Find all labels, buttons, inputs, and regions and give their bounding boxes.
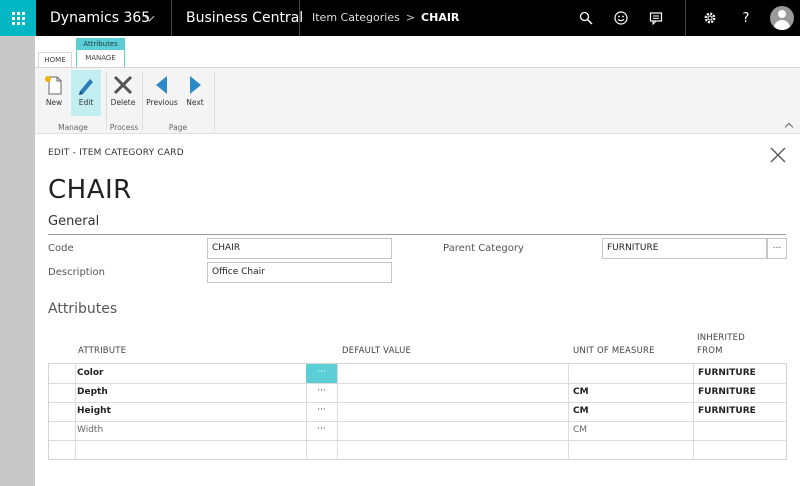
column-header-inherited-line1[interactable]: INHERITED: [697, 333, 745, 343]
breadcrumb-parent[interactable]: Item Categories: [312, 11, 400, 24]
tab-home[interactable]: HOME: [38, 52, 72, 67]
divider: [685, 0, 686, 36]
parent-category-lookup-button[interactable]: ...: [767, 238, 787, 259]
previous-button-label: Previous: [146, 98, 178, 107]
description-label: Description: [48, 267, 105, 278]
attribute-cell[interactable]: Height: [77, 406, 111, 416]
breadcrumb: Item Categories > CHAIR: [312, 0, 459, 36]
row-divider: [49, 402, 786, 403]
group-separator: [106, 72, 107, 130]
divider: [299, 0, 300, 36]
avatar[interactable]: [770, 6, 794, 30]
delete-button[interactable]: Delete: [108, 70, 138, 116]
next-button[interactable]: Next: [182, 70, 208, 116]
column-divider: [693, 364, 694, 459]
group-label-process: Process: [109, 123, 139, 132]
row-divider: [49, 383, 786, 384]
row-divider: [49, 421, 786, 422]
waffle-icon: [11, 11, 25, 25]
page-title: CHAIR: [48, 175, 132, 205]
group-label-manage: Manage: [58, 123, 88, 132]
page-caption: EDIT - ITEM CATEGORY CARD: [48, 148, 184, 158]
divider: [171, 0, 172, 36]
code-field[interactable]: CHAIR: [207, 238, 392, 259]
column-header-attribute[interactable]: ATTRIBUTE: [78, 346, 126, 356]
unit-cell[interactable]: CM: [573, 387, 589, 397]
section-general-heading[interactable]: General: [48, 214, 99, 229]
breadcrumb-separator: >: [405, 11, 416, 24]
smiley-icon[interactable]: [611, 8, 631, 28]
inherited-cell: FURNITURE: [698, 387, 756, 397]
product-name[interactable]: Business Central: [186, 0, 303, 36]
section-attributes-heading[interactable]: Attributes: [48, 301, 117, 317]
column-divider: [568, 364, 569, 459]
column-divider: [75, 364, 76, 459]
breadcrumb-current: CHAIR: [421, 11, 460, 24]
tab-manage[interactable]: MANAGE: [76, 50, 125, 67]
next-button-label: Next: [186, 98, 204, 107]
dots-button[interactable]: ···: [306, 421, 337, 440]
description-field[interactable]: Office Chair: [207, 262, 392, 283]
section-divider: [48, 234, 786, 235]
arrow-left-icon: [151, 74, 173, 96]
dots-button[interactable]: ···: [306, 383, 337, 402]
gear-icon[interactable]: [700, 8, 720, 28]
column-header-inherited-line2[interactable]: FROM: [697, 346, 723, 356]
group-separator: [214, 72, 215, 130]
top-bar: Dynamics 365 Business Central Item Categ…: [0, 0, 800, 36]
unit-cell[interactable]: CM: [573, 406, 589, 416]
chat-icon[interactable]: [646, 8, 666, 28]
edit-button-label: Edit: [78, 98, 94, 107]
previous-button[interactable]: Previous: [145, 70, 179, 116]
code-label: Code: [48, 243, 74, 254]
attributes-grid: Color ··· FURNITURE Depth ··· CM FURNITU…: [48, 363, 787, 460]
row-divider: [49, 440, 786, 441]
inherited-cell: FURNITURE: [698, 368, 756, 378]
attribute-cell[interactable]: Color: [77, 368, 104, 378]
ribbon-tab-bar: [35, 36, 800, 67]
inherited-cell: FURNITURE: [698, 406, 756, 416]
dots-button[interactable]: ···: [306, 364, 337, 383]
left-panel: [0, 36, 35, 486]
attribute-cell[interactable]: Depth: [77, 387, 108, 397]
unit-cell[interactable]: CM: [573, 425, 587, 435]
context-tab-label: Attributes: [76, 38, 125, 50]
edit-button[interactable]: Edit: [71, 70, 101, 116]
search-icon[interactable]: [576, 8, 596, 28]
close-icon[interactable]: [768, 145, 788, 165]
column-divider: [337, 364, 338, 459]
column-header-unit-of-measure[interactable]: UNIT OF MEASURE: [573, 346, 655, 356]
dots-button[interactable]: ···: [306, 402, 337, 421]
parent-category-field[interactable]: FURNITURE: [602, 238, 767, 259]
parent-category-label: Parent Category: [443, 243, 524, 254]
new-button[interactable]: New: [40, 70, 68, 116]
pencil-icon: [75, 74, 97, 96]
app-name[interactable]: Dynamics 365: [50, 0, 150, 36]
delete-button-label: Delete: [110, 98, 136, 107]
new-button-label: New: [45, 98, 63, 107]
group-separator: [142, 72, 143, 130]
delete-x-icon: [112, 74, 134, 96]
app-launcher-button[interactable]: [0, 0, 36, 36]
arrow-right-icon: [184, 74, 206, 96]
help-icon[interactable]: ?: [736, 8, 756, 28]
new-document-icon: [43, 74, 65, 96]
group-label-page: Page: [168, 123, 188, 132]
column-header-default-value[interactable]: DEFAULT VALUE: [342, 346, 411, 356]
attribute-cell[interactable]: Width: [77, 425, 103, 435]
